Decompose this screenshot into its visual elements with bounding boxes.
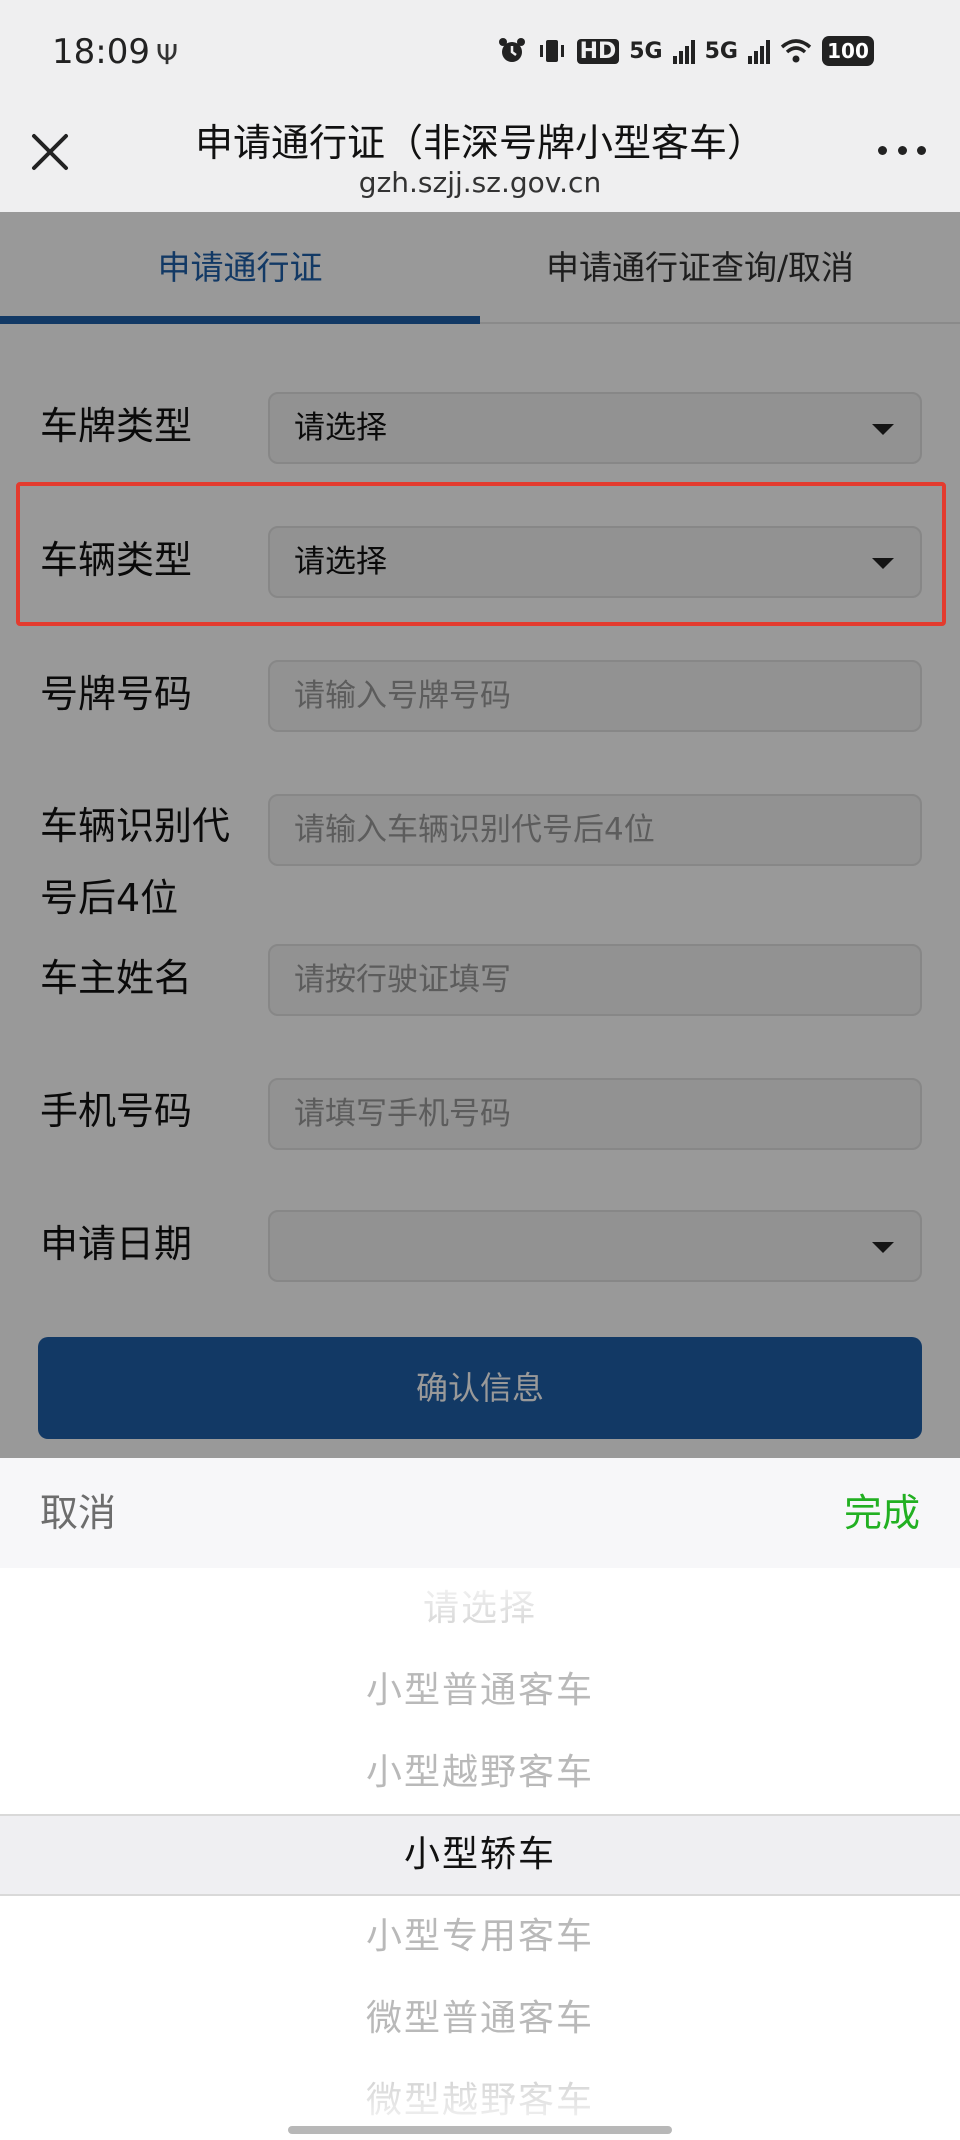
page-domain: gzh.szjj.sz.gov.cn (358, 166, 602, 199)
signal-bars-icon-2 (748, 40, 770, 64)
picker-done-button[interactable]: 完成 (844, 1458, 920, 1568)
modal-overlay[interactable] (0, 212, 960, 1458)
signal-bars-icon (672, 40, 695, 64)
home-indicator[interactable] (288, 2126, 672, 2134)
picker-option[interactable]: 小型越野客车 (0, 1732, 960, 1814)
page-title: 申请通行证（非深号牌小型客车） (194, 121, 765, 165)
signal-5g-icon: 5G (629, 38, 663, 64)
picker-option-selected[interactable]: 小型轿车 (0, 1814, 960, 1896)
more-menu-button[interactable] (878, 146, 926, 160)
more-dot-icon (897, 146, 907, 155)
battery-icon: 100 (822, 36, 874, 66)
vehicle-type-picker[interactable]: 请选择 小型普通客车 小型越野客车 小型轿车 小型专用客车 微型普通客车 微型越… (0, 1568, 960, 2140)
status-icons: HD 5G 5G 100 (497, 36, 874, 66)
picker-cancel-button[interactable]: 取消 (40, 1458, 116, 1568)
picker-option[interactable]: 小型专用客车 (0, 1896, 960, 1978)
picker-option[interactable]: 小型普通客车 (0, 1650, 960, 1732)
wifi-icon (780, 39, 812, 63)
picker-option[interactable]: 请选择 (0, 1568, 960, 1650)
status-bar: 18:09 Ψ HD 5G 5G 100 (0, 0, 960, 104)
usb-icon: Ψ (156, 38, 179, 71)
hd-icon: HD (576, 38, 620, 64)
alarm-icon (498, 38, 525, 62)
highlight-annotation (16, 482, 946, 626)
vibrate-icon (539, 40, 564, 62)
status-time: 18:09 (52, 32, 150, 72)
signal-5g-icon-2: 5G (704, 38, 738, 64)
more-dot-icon (878, 146, 887, 155)
picker-option[interactable]: 微型普通客车 (0, 1978, 960, 2060)
picker-toolbar: 取消 完成 (0, 1458, 960, 1568)
title-bar: 申请通行证（非深号牌小型客车） gzh.szjj.sz.gov.cn (0, 104, 960, 212)
more-dot-icon (917, 146, 926, 155)
